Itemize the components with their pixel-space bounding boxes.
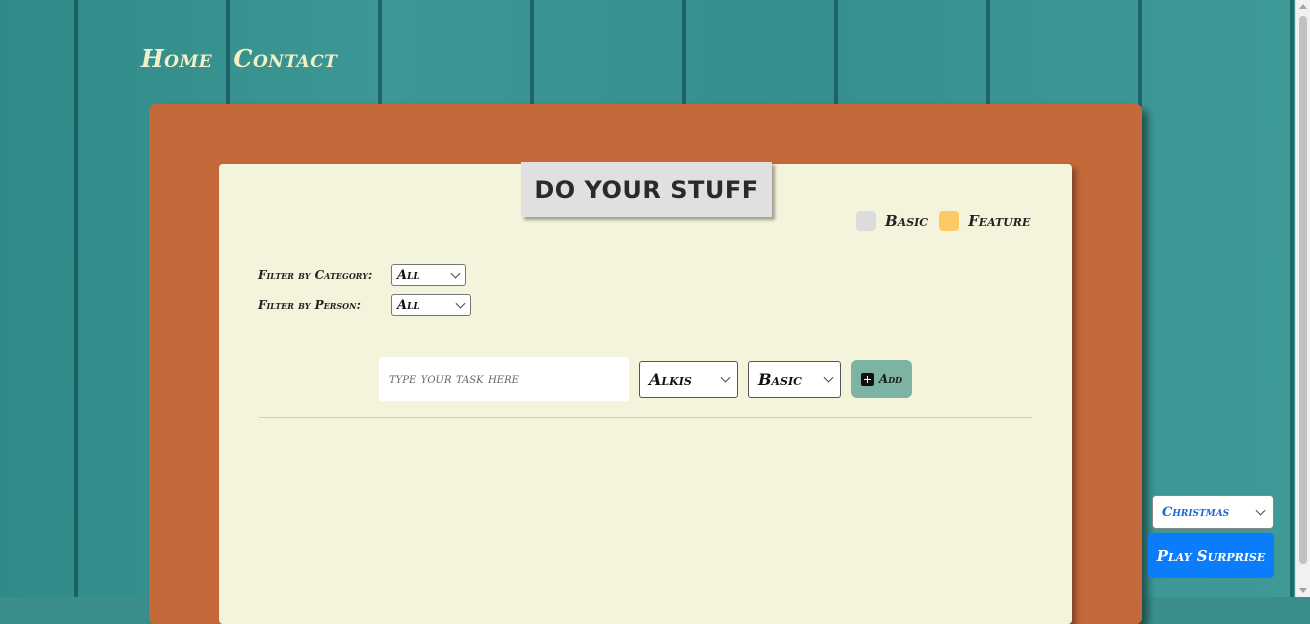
scrollbar-thumb[interactable]	[1299, 16, 1307, 564]
filter-person-value: All	[397, 298, 420, 313]
filter-category-value: All	[397, 268, 420, 283]
play-surprise-label: Play Surprise	[1156, 546, 1266, 565]
nav-home-link[interactable]: Home	[141, 44, 212, 73]
chevron-down-icon	[720, 372, 731, 383]
filter-category-label: Filter by Category:	[258, 268, 373, 282]
chevron-down-icon	[450, 268, 461, 279]
task-person-value: Alkis	[649, 369, 692, 389]
surprise-theme-select[interactable]: Christmas	[1152, 495, 1274, 529]
task-list-divider	[259, 417, 1032, 418]
chevron-down-icon	[455, 298, 466, 309]
task-person-select[interactable]: Alkis	[639, 360, 738, 398]
scroll-down-icon[interactable]	[1299, 588, 1307, 593]
filter-person-label: Filter by Person:	[258, 298, 361, 312]
add-task-label: Add	[878, 372, 903, 386]
filters-panel: Filter by Category: All Filter by Person…	[258, 263, 471, 320]
task-type-value: Basic	[758, 369, 802, 389]
task-input[interactable]: type your task here	[379, 357, 629, 401]
play-surprise-button[interactable]: Play Surprise	[1148, 533, 1274, 578]
page-title: DO YOUR STUFF	[521, 162, 772, 217]
chevron-down-icon	[1255, 505, 1266, 516]
chevron-down-icon	[823, 372, 834, 383]
surprise-theme-value: Christmas	[1162, 505, 1230, 520]
filter-person-select[interactable]: All	[391, 294, 471, 316]
legend-feature-label: Feature	[968, 212, 1031, 230]
legend-basic-label: Basic	[885, 212, 929, 230]
add-task-button[interactable]: Add	[851, 360, 912, 398]
page-scrollbar[interactable]	[1295, 0, 1310, 597]
legend-basic-swatch	[856, 211, 876, 231]
task-type-select[interactable]: Basic	[748, 360, 841, 398]
top-nav: Home Contact	[141, 44, 353, 73]
plus-square-icon	[860, 372, 874, 386]
category-legend: Basic Feature	[856, 211, 1041, 231]
add-task-form: type your task here Alkis Basic Add	[379, 357, 912, 401]
nav-contact-link[interactable]: Contact	[233, 44, 337, 73]
legend-feature-swatch	[939, 211, 960, 231]
scroll-up-icon[interactable]	[1299, 4, 1307, 9]
task-input-placeholder: type your task here	[389, 371, 519, 387]
filter-category-select[interactable]: All	[391, 264, 466, 286]
